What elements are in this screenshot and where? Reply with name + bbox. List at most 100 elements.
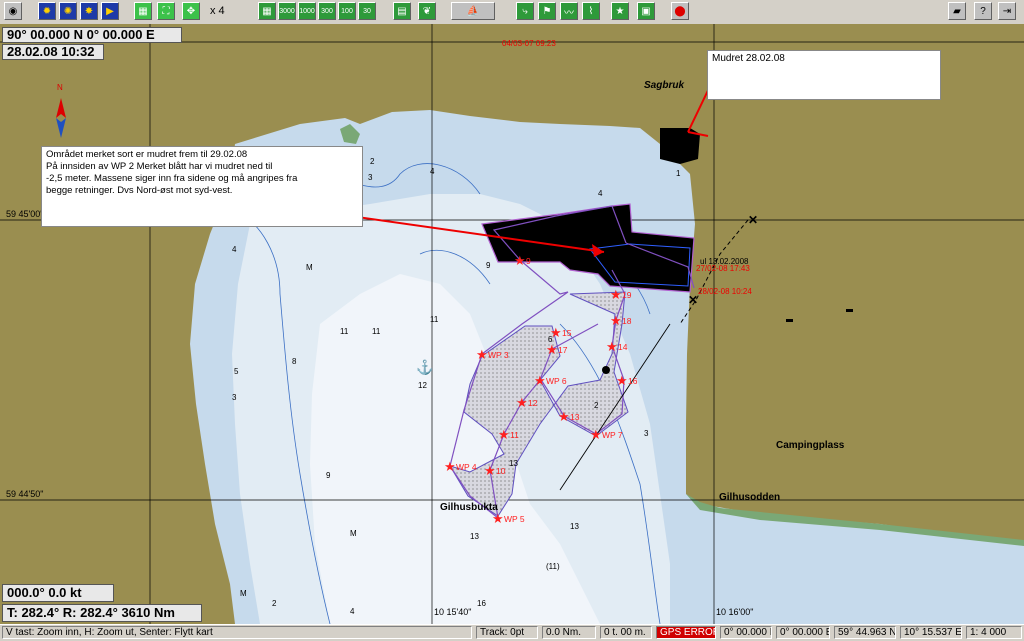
- waypoint-star-icon[interactable]: ★: [476, 347, 488, 362]
- waypoint-star-icon[interactable]: ★: [546, 342, 558, 357]
- photo-icon[interactable]: ▣: [637, 2, 655, 20]
- waypoint-star-icon[interactable]: ★: [444, 459, 456, 474]
- waypoint-star-icon[interactable]: ★: [590, 427, 602, 442]
- waypoint-star-icon[interactable]: ★: [534, 373, 546, 388]
- waypoint-star-icon[interactable]: ★: [498, 427, 510, 442]
- fullscreen-icon[interactable]: ⛶: [157, 2, 175, 20]
- depth-sounding: 4: [350, 607, 355, 616]
- depth-sounding: 5: [234, 367, 239, 376]
- waypoint-label: 14: [618, 342, 628, 352]
- scale-30-button[interactable]: 30: [358, 2, 376, 20]
- track-label: ul 13.02.2008: [700, 257, 749, 266]
- depth-sounding: (11): [546, 562, 560, 571]
- night-mode-icon[interactable]: ✸: [80, 2, 98, 20]
- star-icon[interactable]: ★: [611, 2, 629, 20]
- waypoint-label: WP 7: [602, 430, 623, 440]
- note-mudret: Mudret 28.02.08: [707, 50, 941, 100]
- depth-sounding: 13: [570, 522, 579, 531]
- line-icon[interactable]: ⌇: [582, 2, 600, 20]
- position-readout: 90° 00.000 N 0° 00.000 E: [2, 27, 182, 43]
- zoom-grid-icon[interactable]: ▦: [258, 2, 276, 20]
- waypoint-label: 11: [510, 430, 519, 440]
- day-mode-icon[interactable]: ✹: [38, 2, 56, 20]
- depth-sounding: 3: [644, 429, 649, 438]
- note-dredging: Området merket sort er mudret frem til 2…: [41, 146, 363, 227]
- waypoint-icon[interactable]: ⚑: [538, 2, 556, 20]
- waypoint-star-icon[interactable]: ★: [606, 339, 618, 354]
- track-marker-icon: ✕: [748, 213, 758, 227]
- depth-sounding: 4: [232, 245, 237, 254]
- toolbar: ◉ ✹ ✺ ✸ ▶ ▦ ⛶ ✥ x 4 ▦ 3000 1000 300 100 …: [0, 0, 1024, 25]
- chart-icon[interactable]: ◉: [4, 2, 22, 20]
- grid-icon[interactable]: ▦: [134, 2, 152, 20]
- depth-sounding: 13: [509, 459, 518, 468]
- waypoint-star-icon[interactable]: ★: [610, 287, 622, 302]
- cursor-lat: 59° 44.963 N: [834, 626, 896, 639]
- datetime-readout: 28.02.08 10:32: [2, 44, 104, 60]
- exit-icon[interactable]: ⇥: [998, 2, 1016, 20]
- boat-icon[interactable]: ⛵: [451, 2, 495, 20]
- chart-scale: 1: 4 000: [966, 626, 1022, 639]
- track-marker-icon: ✕: [688, 293, 698, 307]
- leaf-icon[interactable]: ❦: [418, 2, 436, 20]
- waypoint-star-icon[interactable]: ★: [484, 463, 496, 478]
- waypoint-label: 9: [526, 256, 531, 266]
- folder-icon[interactable]: ▰: [948, 2, 966, 20]
- waypoint-star-icon[interactable]: ★: [516, 395, 528, 410]
- waypoint-label: 18: [622, 316, 632, 326]
- lat-label: 59 44'50": [6, 489, 43, 499]
- lat-label: 59 45'00": [6, 209, 43, 219]
- track-icon[interactable]: 〰: [560, 2, 578, 20]
- scale-3000-label: 3000: [279, 7, 295, 15]
- waypoint-label: WP 6: [546, 376, 567, 386]
- waypoint-star-icon[interactable]: ★: [492, 511, 504, 526]
- note-line: Området merket sort er mudret frem til 2…: [46, 149, 248, 160]
- scale-3000-button[interactable]: 3000: [278, 2, 296, 20]
- waypoint-label: 15: [562, 328, 572, 338]
- dusk-mode-icon[interactable]: ✺: [59, 2, 77, 20]
- play-icon[interactable]: ▶: [101, 2, 119, 20]
- chart-svg[interactable]: ✕ ✕ N ⚓ Sagbruk Campingplass Gilhusodden…: [0, 24, 1024, 625]
- track-label: 04/03-07 09.23: [502, 39, 556, 48]
- waypoint-star-icon[interactable]: ★: [616, 373, 628, 388]
- waypoint-star-icon[interactable]: ★: [550, 325, 562, 340]
- depth-sounding: 2: [594, 401, 599, 410]
- chart-map[interactable]: ✕ ✕ N ⚓ Sagbruk Campingplass Gilhusodden…: [0, 24, 1024, 625]
- bearing-readout: T: 282.4° R: 282.4° 3610 Nm: [2, 604, 202, 622]
- scale-1000-label: 1000: [299, 7, 315, 15]
- scale-100-label: 100: [341, 7, 353, 15]
- help-icon[interactable]: ?: [974, 2, 992, 20]
- place-gilhusodden: Gilhusodden: [719, 492, 780, 503]
- zoom-icon[interactable]: ✥: [182, 2, 200, 20]
- status-distance: 0.0 Nm.: [542, 626, 596, 639]
- waypoint-star-icon[interactable]: ★: [514, 253, 526, 268]
- waypoint-label: 13: [570, 412, 580, 422]
- waypoint-star-icon[interactable]: ★: [610, 313, 622, 328]
- scale-1000-button[interactable]: 1000: [298, 2, 316, 20]
- depth-sounding: M: [240, 589, 247, 598]
- gps-lat: 0° 00.000 N: [720, 626, 772, 639]
- depth-sounding: 8: [292, 357, 297, 366]
- route-icon[interactable]: ⤷: [516, 2, 534, 20]
- layers-icon[interactable]: ▤: [393, 2, 411, 20]
- depth-sounding: 2: [370, 157, 375, 166]
- depth-sounding: 4: [430, 167, 435, 176]
- waypoint-label: WP 5: [504, 514, 525, 524]
- cursor-lon: 10° 15.537 E: [900, 626, 962, 639]
- gps-error-badge: GPS ERROR: [656, 626, 716, 639]
- scale-100-button[interactable]: 100: [338, 2, 356, 20]
- depth-sounding: 4: [598, 189, 603, 198]
- pin-icon[interactable]: ⬤: [671, 2, 689, 20]
- depth-sounding: M: [306, 263, 313, 272]
- scale-30-label: 30: [363, 7, 371, 15]
- waypoint-label: WP 4: [456, 462, 477, 472]
- north-label: N: [57, 83, 63, 92]
- waypoint-label: 10: [496, 466, 506, 476]
- note-line: På innsiden av WP 2 Merket blått har vi …: [46, 161, 273, 172]
- status-track: Track: 0pt: [476, 626, 538, 639]
- place-gilhusbukta: Gilhusbukta: [440, 502, 498, 513]
- scale-300-button[interactable]: 300: [318, 2, 336, 20]
- waypoint-label: 12: [528, 398, 538, 408]
- lon-label: 10 15'40": [434, 607, 471, 617]
- waypoint-star-icon[interactable]: ★: [558, 409, 570, 424]
